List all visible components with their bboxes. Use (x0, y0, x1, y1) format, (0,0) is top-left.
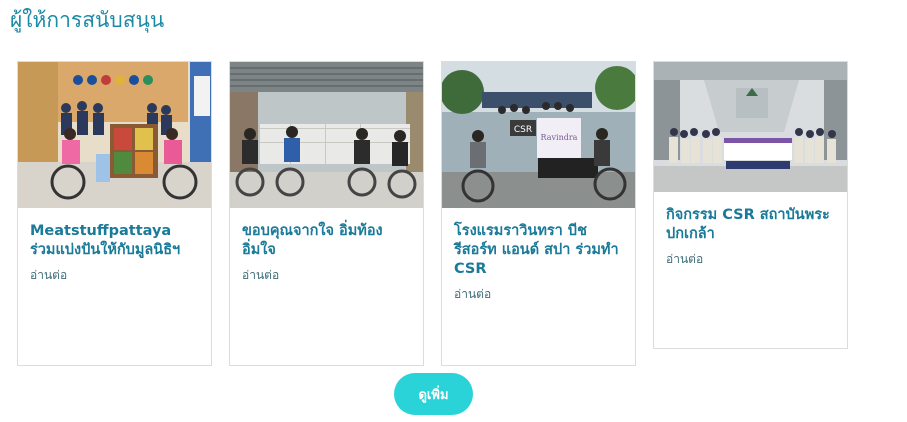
load-more-button[interactable]: ดูเพิ่ม (394, 373, 473, 415)
sponsor-card[interactable]: Ravindra CSR โรงแรมราวินทรา บีช รีสอร์ท … (441, 61, 636, 366)
card-title[interactable]: กิจกรรม CSR สถาบันพระปกเกล้า (666, 206, 835, 244)
card-title[interactable]: ขอบคุณจากใจ อิ่มท้อง อิ่มใจ (242, 222, 411, 260)
read-more-link[interactable]: อ่านต่อ (666, 250, 835, 269)
banner-text: Ravindra (541, 133, 578, 142)
read-more-link[interactable]: อ่านต่อ (454, 285, 623, 304)
card-photo[interactable] (18, 62, 211, 208)
read-more-link[interactable]: อ่านต่อ (242, 266, 411, 285)
sponsor-card[interactable]: ขอบคุณจากใจ อิ่มท้อง อิ่มใจ อ่านต่อ (229, 61, 424, 366)
sponsor-card[interactable]: กิจกรรม CSR สถาบันพระปกเกล้า อ่านต่อ (653, 61, 848, 349)
card-title[interactable]: โรงแรมราวินทรา บีช รีสอร์ท แอนด์ สปา ร่ว… (454, 222, 623, 279)
section-title: ผู้ให้การสนับสนุน (10, 8, 165, 32)
card-photo[interactable] (230, 62, 423, 208)
read-more-link[interactable]: อ่านต่อ (30, 266, 199, 285)
card-photo[interactable]: Ravindra CSR (442, 62, 635, 208)
sponsor-card[interactable]: Meatstuffpattaya ร่วมแบ่งปันให้กับมูลนิธ… (17, 61, 212, 366)
sign-text: CSR (514, 125, 532, 135)
card-title[interactable]: Meatstuffpattaya ร่วมแบ่งปันให้กับมูลนิธ… (30, 222, 199, 260)
card-photo[interactable] (654, 62, 847, 192)
